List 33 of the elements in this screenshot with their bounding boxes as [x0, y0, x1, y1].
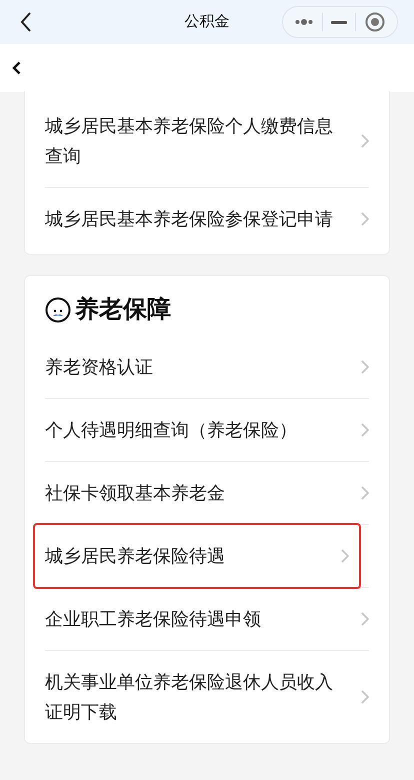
menu-item[interactable]: 城乡居民养老保险待遇 [35, 525, 359, 587]
mustache-face-icon [45, 297, 71, 323]
chevron-right-icon [361, 486, 369, 500]
chevron-right-icon [361, 134, 369, 148]
menu-item[interactable]: 机关事业单位养老保险退休人员收入证明下载 [45, 651, 369, 743]
menu-item-label: 城乡居民基本养老保险个人缴费信息查询 [45, 115, 334, 168]
chevron-right-icon [361, 423, 369, 437]
menu-item[interactable]: 个人待遇明细查询（养老保险） [45, 399, 369, 461]
section-title: 养老保障 [75, 295, 171, 325]
back-icon[interactable] [20, 12, 32, 32]
more-icon[interactable] [295, 19, 314, 25]
chevron-right-icon [361, 612, 369, 626]
menu-item-label: 养老资格认证 [45, 356, 154, 379]
capsule-menu[interactable] [282, 6, 398, 38]
menu-item-label: 城乡居民基本养老保险参保登记申请 [45, 208, 334, 231]
back-icon[interactable] [12, 61, 21, 75]
menu-item[interactable]: 城乡居民基本养老保险参保登记申请 [45, 188, 369, 250]
menu-item[interactable]: 社保卡领取基本养老金 [45, 462, 369, 524]
menu-item[interactable]: 养老资格认证 [45, 336, 369, 398]
menu-item[interactable]: 企业职工养老保险待遇申领 [45, 588, 369, 650]
menu-item-label: 企业职工养老保险待遇申领 [45, 608, 262, 631]
menu-item-label: 机关事业单位养老保险退休人员收入证明下载 [45, 671, 334, 724]
chevron-right-icon [361, 212, 369, 226]
window-title: 公积金 [184, 12, 230, 32]
record-icon[interactable] [364, 12, 385, 32]
menu-item-label: 城乡居民养老保险待遇 [45, 545, 226, 568]
minimize-icon[interactable] [330, 20, 347, 24]
menu-item[interactable]: 城乡居民基本养老保险个人缴费信息查询 [45, 95, 369, 187]
menu-item-label: 个人待遇明细查询（养老保险） [45, 419, 298, 442]
chevron-right-icon [361, 360, 369, 374]
menu-item-label: 社保卡领取基本养老金 [45, 482, 226, 505]
chevron-right-icon [341, 549, 349, 563]
chevron-right-icon [361, 690, 369, 704]
